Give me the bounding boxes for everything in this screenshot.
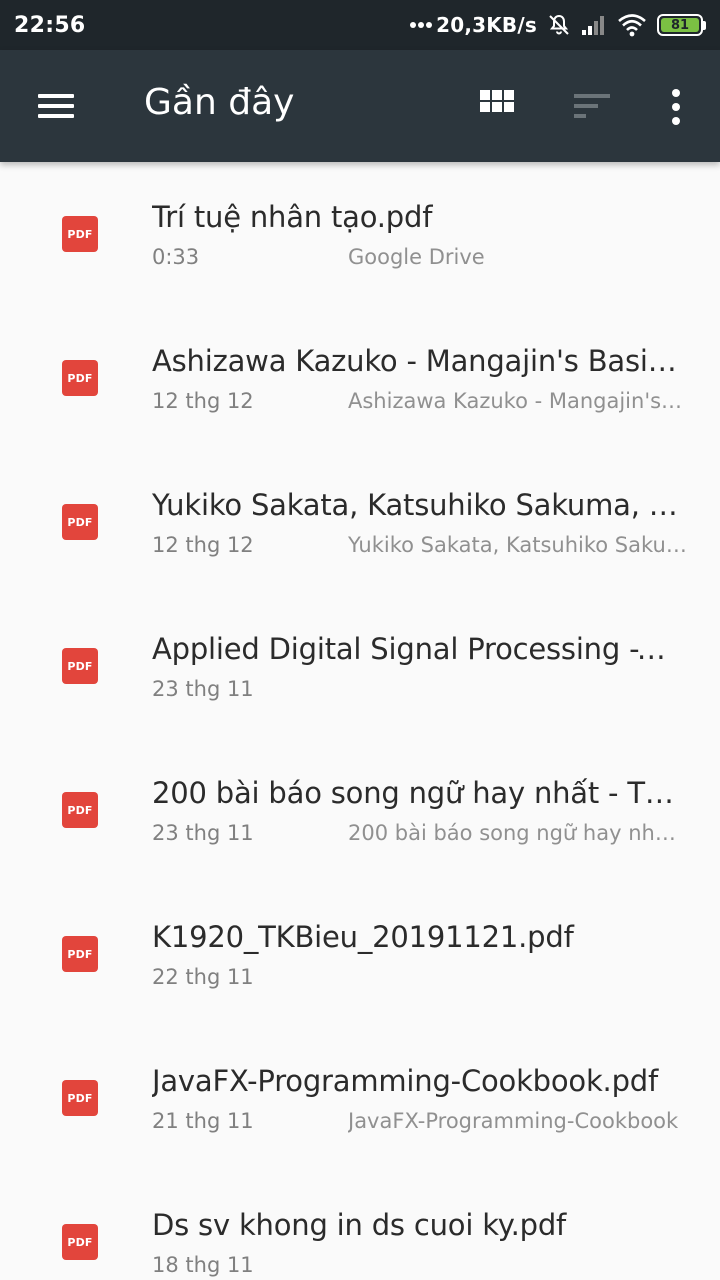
status-bar: 22:56 20,3KB/s 81 [0, 0, 720, 50]
list-item[interactable]: PDF JavaFX-Programming-Cookbook.pdf 21 t… [0, 1026, 720, 1170]
dots-icon [410, 21, 433, 29]
app-bar: Gần đây [0, 50, 720, 162]
page-title: Gần đây [144, 82, 295, 123]
status-icons: 20,3KB/s 81 [410, 13, 706, 37]
file-source: Ashizawa Kazuko - Mangajin's Basic Japan… [348, 389, 688, 413]
battery-level: 81 [661, 18, 699, 33]
battery-icon: 81 [657, 14, 706, 36]
file-date: 18 thg 11 [152, 1253, 254, 1277]
signal-icon [581, 14, 607, 36]
file-date: 23 thg 11 [152, 821, 254, 845]
status-time: 22:56 [14, 12, 86, 38]
list-item[interactable]: PDF Applied Digital Signal Processing -T… [0, 594, 720, 738]
list-item[interactable]: PDF K1920_TKBieu_20191121.pdf 22 thg 11 [0, 882, 720, 1026]
pdf-icon: PDF [62, 792, 98, 828]
menu-icon[interactable] [38, 94, 74, 120]
pdf-icon: PDF [62, 936, 98, 972]
file-source: Yukiko Sakata, Katsuhiko Sakuma [348, 533, 688, 557]
file-name: 200 bài báo song ngữ hay nhất - TIẾNG AN… [152, 776, 682, 810]
file-name: Yukiko Sakata, Katsuhiko Sakuma, Tomo Ta… [152, 488, 682, 522]
list-item[interactable]: PDF Trí tuệ nhân tạo.pdf 0:33 Google Dri… [0, 162, 720, 306]
file-source: 200 bài báo song ngữ hay nhất - TIẾNG AN… [348, 821, 688, 845]
list-item[interactable]: PDF 200 bài báo song ngữ hay nhất - TIẾN… [0, 738, 720, 882]
file-date: 0:33 [152, 245, 200, 269]
file-source: Google Drive [348, 245, 485, 269]
list-item[interactable]: PDF Ashizawa Kazuko - Mangajin's Basic J… [0, 306, 720, 450]
network-speed: 20,3KB/s [436, 13, 537, 37]
file-name: K1920_TKBieu_20191121.pdf [152, 920, 574, 954]
file-list: PDF Trí tuệ nhân tạo.pdf 0:33 Google Dri… [0, 162, 720, 1280]
pdf-icon: PDF [62, 648, 98, 684]
file-name: Trí tuệ nhân tạo.pdf [152, 200, 433, 234]
list-item[interactable]: PDF Ds sv khong in ds cuoi ky.pdf 18 thg… [0, 1170, 720, 1280]
file-date: 12 thg 12 [152, 389, 254, 413]
file-name: Applied Digital Signal Processing -Theor… [152, 632, 682, 666]
grid-view-icon[interactable] [480, 90, 514, 124]
pdf-icon: PDF [62, 504, 98, 540]
wifi-icon [617, 13, 647, 37]
list-item[interactable]: PDF Yukiko Sakata, Katsuhiko Sakuma, Tom… [0, 450, 720, 594]
file-name: Ds sv khong in ds cuoi ky.pdf [152, 1208, 567, 1242]
file-date: 21 thg 11 [152, 1109, 254, 1133]
file-name: JavaFX-Programming-Cookbook.pdf [152, 1064, 659, 1098]
more-vert-icon[interactable] [664, 88, 688, 126]
file-name: Ashizawa Kazuko - Mangajin's Basic Japan… [152, 344, 682, 378]
file-date: 12 thg 12 [152, 533, 254, 557]
pdf-icon: PDF [62, 1080, 98, 1116]
pdf-icon: PDF [62, 216, 98, 252]
sort-icon[interactable] [572, 92, 612, 122]
pdf-icon: PDF [62, 360, 98, 396]
file-date: 22 thg 11 [152, 965, 254, 989]
pdf-icon: PDF [62, 1224, 98, 1260]
file-source: JavaFX-Programming-Cookbook [348, 1109, 679, 1133]
file-date: 23 thg 11 [152, 677, 254, 701]
mute-icon [547, 13, 571, 37]
